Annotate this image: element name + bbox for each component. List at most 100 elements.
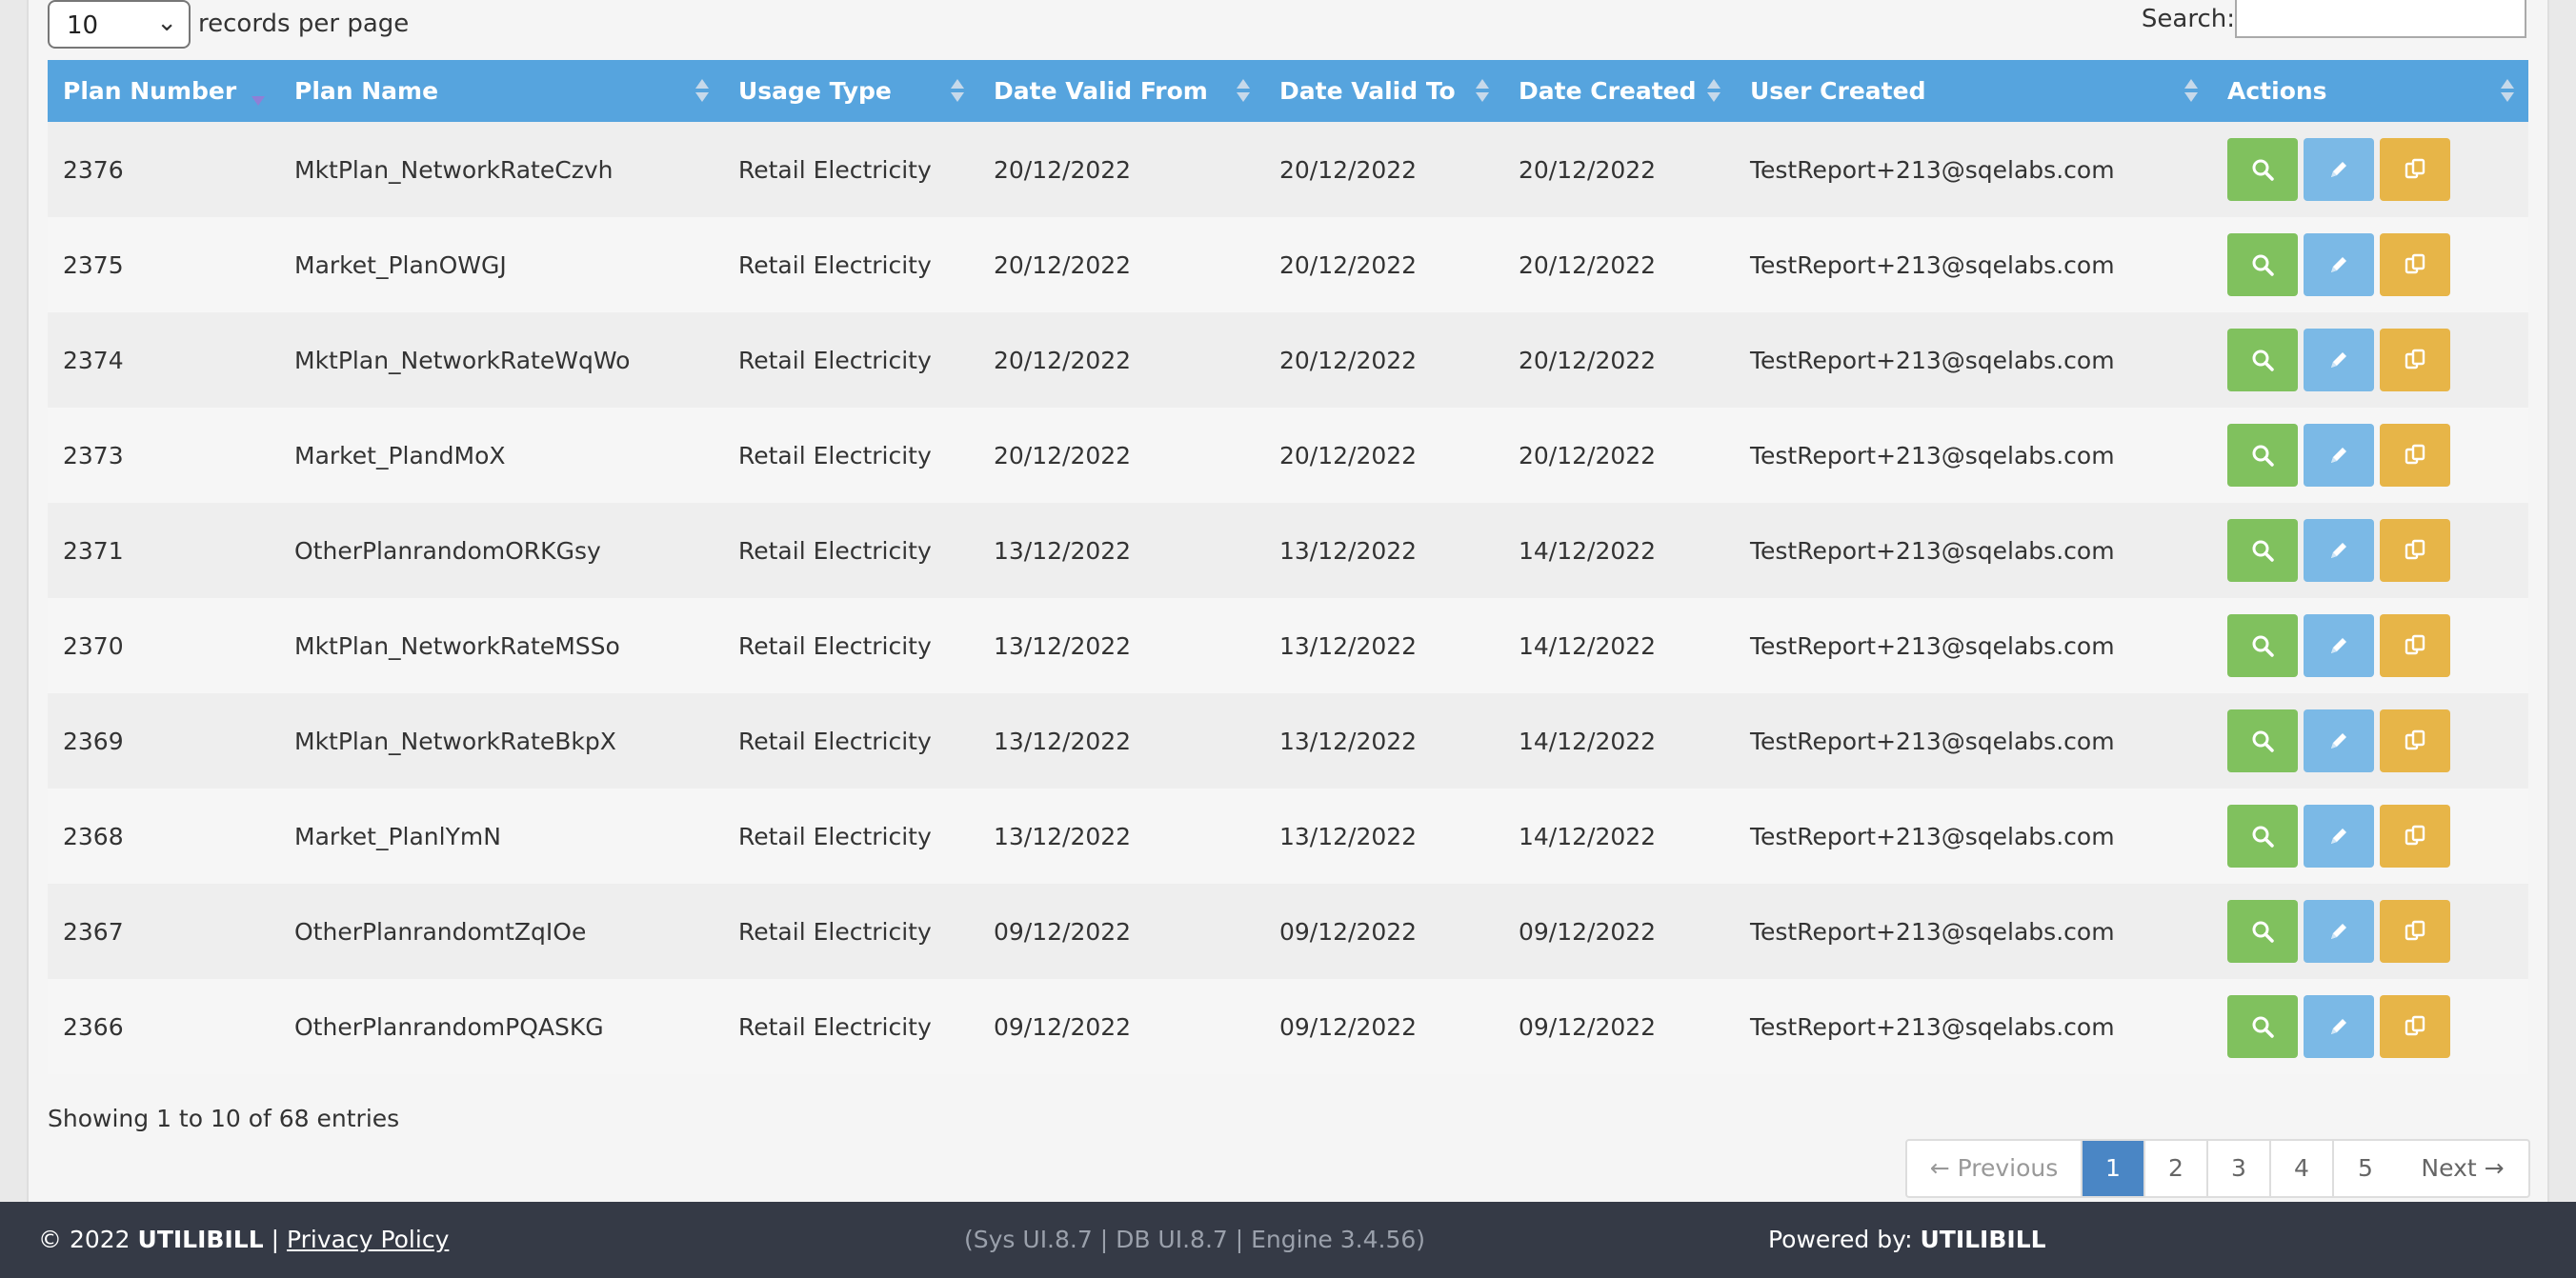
privacy-policy-link[interactable]: Privacy Policy xyxy=(287,1226,449,1253)
column-header-actions[interactable]: Actions xyxy=(2212,60,2528,122)
view-button[interactable] xyxy=(2227,138,2298,201)
table-row: 2371 OtherPlanrandomORKGsy Retail Electric… xyxy=(48,503,2528,598)
date-valid-from-cell: 09/12/2022 xyxy=(994,917,1132,946)
date-created-cell: 20/12/2022 xyxy=(1519,155,1657,184)
actions-cell xyxy=(2212,979,2528,1074)
next-page-button[interactable]: Next → xyxy=(2397,1141,2528,1196)
edit-button[interactable] xyxy=(2304,900,2374,963)
view-button[interactable] xyxy=(2227,519,2298,582)
user-created-cell: TestReport+213@sqelabs.com xyxy=(1750,536,2115,565)
date-created-cell: 20/12/2022 xyxy=(1519,250,1657,279)
search-label: Search: xyxy=(2141,5,2235,33)
date-valid-to-cell: 20/12/2022 xyxy=(1279,346,1418,374)
footer-separator: | xyxy=(271,1226,280,1253)
date-valid-to-cell: 13/12/2022 xyxy=(1279,631,1418,660)
date-valid-to-cell: 09/12/2022 xyxy=(1279,1012,1418,1041)
plan-name-cell: MktPlan_NetworkRateBkpX xyxy=(294,727,616,755)
view-button[interactable] xyxy=(2227,614,2298,677)
column-header-date-created[interactable]: Date Created xyxy=(1503,60,1735,122)
previous-page-button[interactable]: ← Previous xyxy=(1907,1141,2083,1196)
table-row: 2375 Market_PlanOWGJ Retail Electricity 20/… xyxy=(48,217,2528,312)
page-5-button[interactable]: 5 xyxy=(2334,1141,2397,1196)
copy-button[interactable] xyxy=(2380,519,2450,582)
copy-button[interactable] xyxy=(2380,329,2450,391)
powered-by-label: Powered by: xyxy=(1768,1226,1913,1253)
date-valid-to-cell: 09/12/2022 xyxy=(1279,917,1418,946)
view-button[interactable] xyxy=(2227,233,2298,296)
copy-button[interactable] xyxy=(2380,709,2450,772)
column-header-plan-name[interactable]: Plan Name xyxy=(279,60,723,122)
actions-cell xyxy=(2212,408,2528,503)
edit-button[interactable] xyxy=(2304,424,2374,487)
plan-name-cell: MktPlan_NetworkRateMSSo xyxy=(294,631,620,660)
page-2-button[interactable]: 2 xyxy=(2145,1141,2208,1196)
table-row: 2367 OtherPlanrandomtZqIOe Retail Electric… xyxy=(48,884,2528,979)
edit-button[interactable] xyxy=(2304,709,2374,772)
chevron-down-icon: ⌄ xyxy=(156,9,177,37)
footer-copyright: © 2022 xyxy=(38,1226,131,1253)
actions-cell xyxy=(2212,122,2528,217)
date-valid-to-cell: 13/12/2022 xyxy=(1279,536,1418,565)
column-header-user-created[interactable]: User Created xyxy=(1735,60,2212,122)
edit-button[interactable] xyxy=(2304,329,2374,391)
records-per-page-value: 10 xyxy=(67,11,99,40)
edit-button[interactable] xyxy=(2304,233,2374,296)
date-created-cell: 09/12/2022 xyxy=(1519,917,1657,946)
view-button[interactable] xyxy=(2227,424,2298,487)
column-header-date-valid-from[interactable]: Date Valid From xyxy=(978,60,1264,122)
actions-cell xyxy=(2212,693,2528,789)
column-header-plan-number[interactable]: Plan Number xyxy=(48,60,279,122)
column-header-label: Plan Name xyxy=(294,77,439,105)
page-3-button[interactable]: 3 xyxy=(2208,1141,2271,1196)
copy-button[interactable] xyxy=(2380,233,2450,296)
date-valid-from-cell: 13/12/2022 xyxy=(994,822,1132,850)
plan-name-cell: OtherPlanrandomtZqIOe xyxy=(294,917,587,946)
pagination: ← Previous 12345 Next → xyxy=(1905,1139,2530,1198)
plan-name-cell: OtherPlanrandomPQASKG xyxy=(294,1012,604,1041)
view-button[interactable] xyxy=(2227,995,2298,1058)
entries-info: Showing 1 to 10 of 68 entries xyxy=(48,1105,400,1132)
search-input[interactable] xyxy=(2235,0,2526,38)
edit-button[interactable] xyxy=(2304,995,2374,1058)
column-header-date-valid-to[interactable]: Date Valid To xyxy=(1264,60,1503,122)
view-button[interactable] xyxy=(2227,900,2298,963)
view-button[interactable] xyxy=(2227,329,2298,391)
edit-button[interactable] xyxy=(2304,805,2374,868)
date-created-cell: 20/12/2022 xyxy=(1519,346,1657,374)
column-header-usage-type[interactable]: Usage Type xyxy=(723,60,978,122)
usage-type-cell: Retail Electricity xyxy=(738,822,932,850)
usage-type-cell: Retail Electricity xyxy=(738,727,932,755)
actions-cell xyxy=(2212,312,2528,408)
page-1-button[interactable]: 1 xyxy=(2083,1141,2145,1196)
sort-desc-icon xyxy=(251,77,266,106)
copy-button[interactable] xyxy=(2380,424,2450,487)
powered-by-brand: UTILIBILL xyxy=(1920,1226,2046,1253)
view-button[interactable] xyxy=(2227,709,2298,772)
user-created-cell: TestReport+213@sqelabs.com xyxy=(1750,155,2115,184)
plan-number-cell: 2368 xyxy=(63,822,124,850)
page-4-button[interactable]: 4 xyxy=(2271,1141,2334,1196)
plan-name-cell: MktPlan_NetworkRateWqWo xyxy=(294,346,631,374)
copy-button[interactable] xyxy=(2380,138,2450,201)
footer-brand: UTILIBILL xyxy=(137,1226,264,1253)
plan-number-cell: 2373 xyxy=(63,441,124,469)
edit-button[interactable] xyxy=(2304,614,2374,677)
date-created-cell: 20/12/2022 xyxy=(1519,441,1657,469)
date-created-cell: 14/12/2022 xyxy=(1519,536,1657,565)
edit-button[interactable] xyxy=(2304,519,2374,582)
user-created-cell: TestReport+213@sqelabs.com xyxy=(1750,441,2115,469)
date-created-cell: 14/12/2022 xyxy=(1519,727,1657,755)
sort-both-icon xyxy=(1236,77,1251,106)
copy-button[interactable] xyxy=(2380,614,2450,677)
edit-button[interactable] xyxy=(2304,138,2374,201)
plan-number-cell: 2375 xyxy=(63,250,124,279)
usage-type-cell: Retail Electricity xyxy=(738,155,932,184)
date-valid-from-cell: 13/12/2022 xyxy=(994,727,1132,755)
copy-button[interactable] xyxy=(2380,805,2450,868)
copy-button[interactable] xyxy=(2380,900,2450,963)
copy-button[interactable] xyxy=(2380,995,2450,1058)
sort-both-icon xyxy=(2500,77,2515,106)
view-button[interactable] xyxy=(2227,805,2298,868)
column-header-label: Usage Type xyxy=(738,77,892,105)
records-per-page-select[interactable]: 10 ⌄ xyxy=(48,0,191,49)
